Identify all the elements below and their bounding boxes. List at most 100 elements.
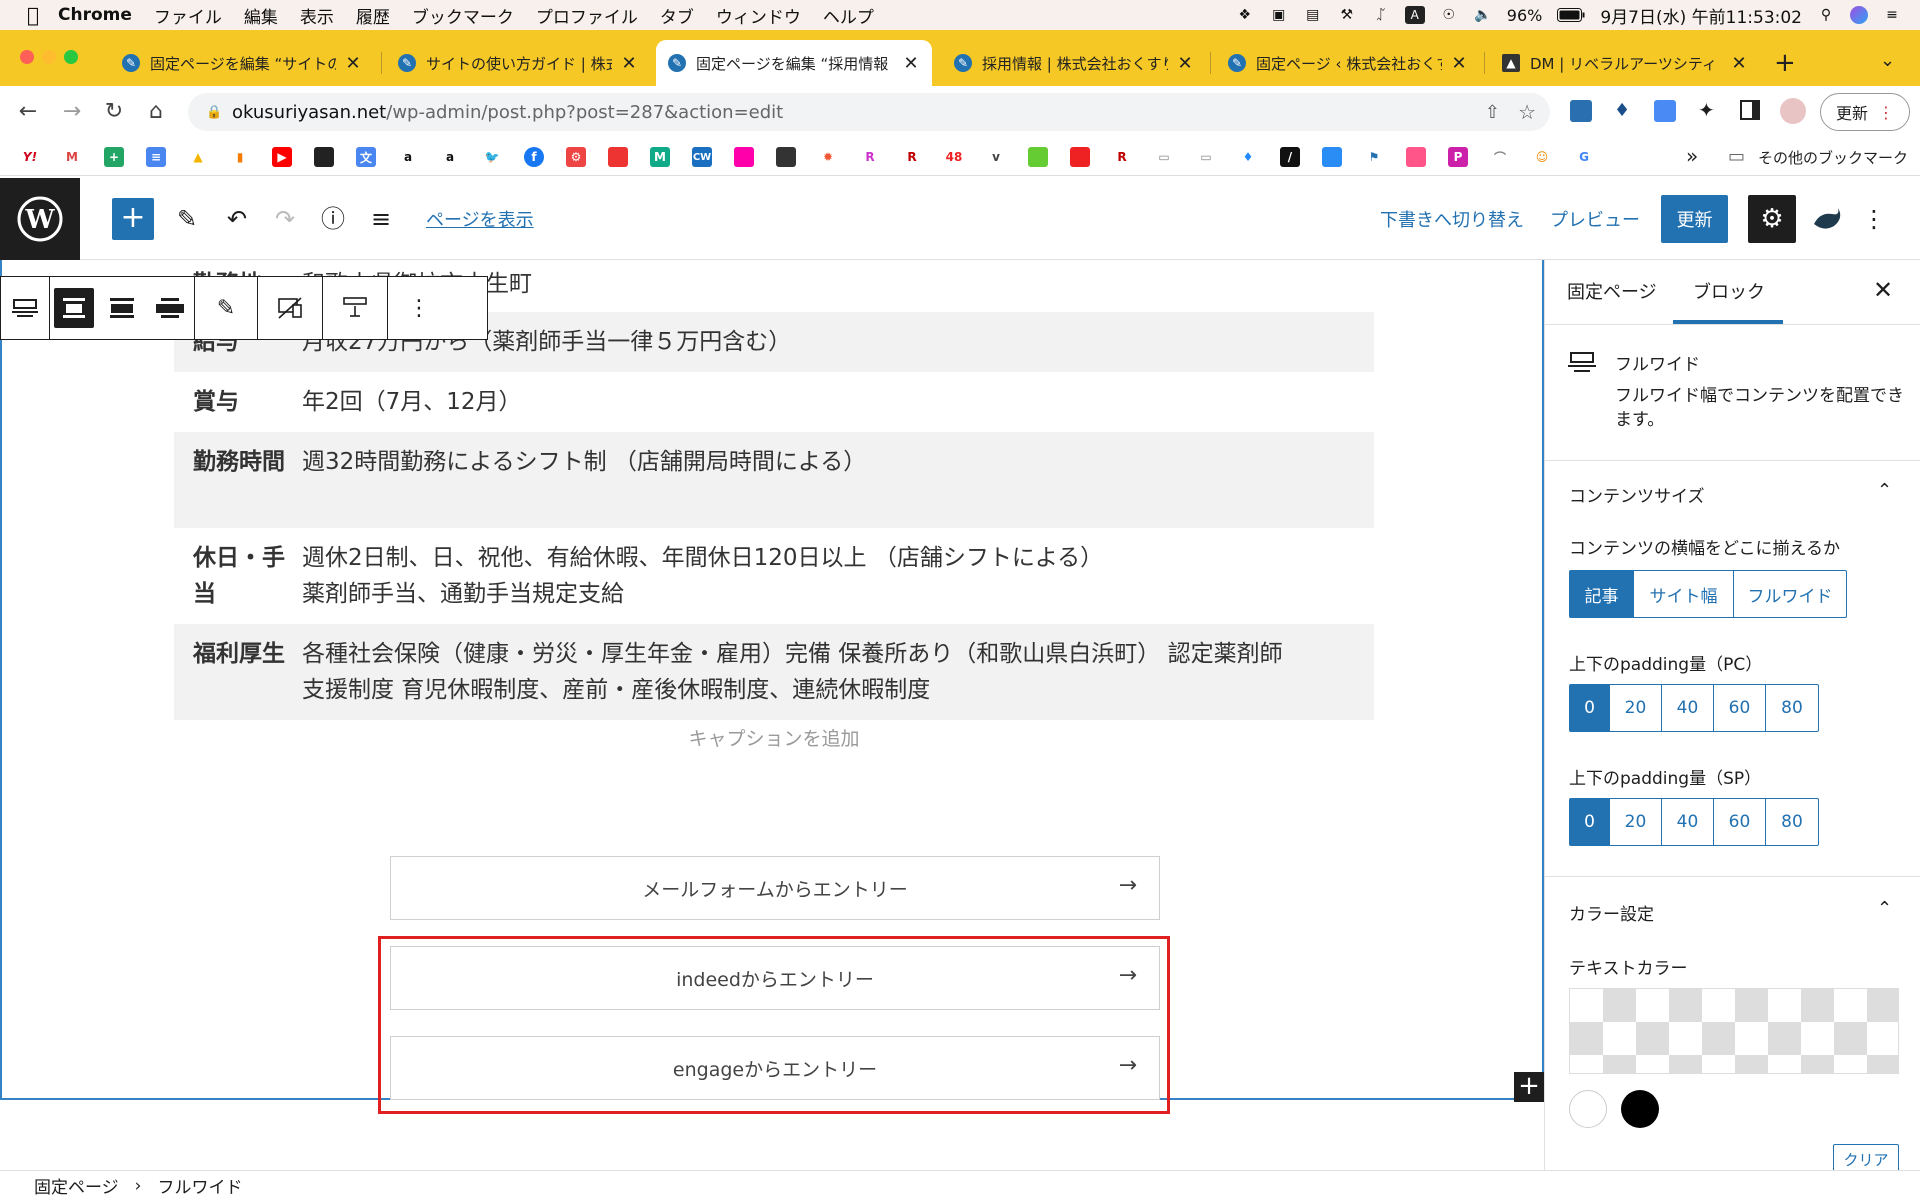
rakuten-bookmark-icon[interactable]: R (902, 147, 922, 167)
app-menu-chrome[interactable]: Chrome (58, 5, 132, 25)
update-button[interactable]: 更新 (1661, 195, 1728, 243)
lock-icon[interactable]: 🔒 (206, 105, 222, 120)
menu-view[interactable]: 表示 (300, 3, 334, 28)
menu-history[interactable]: 履歴 (356, 3, 390, 28)
panel-title-color[interactable]: カラー設定 (1569, 900, 1654, 925)
extensions-puzzle-icon[interactable]: ✦ (1698, 98, 1715, 122)
bookmark-icon-36[interactable]: ⌒ (1490, 147, 1510, 167)
yahoo-bookmark-icon[interactable]: Y! (20, 147, 40, 167)
facebook-bookmark-icon[interactable]: f (524, 147, 544, 167)
table-caption-placeholder[interactable]: キャプションを追加 (174, 724, 1374, 751)
tab-3-active[interactable]: ✎ 固定ページを編集 “採用情報 ✕ (656, 40, 932, 86)
tab-2[interactable]: ✎ サイトの使い方ガイド | 株式 ✕ (386, 40, 650, 86)
tab-block[interactable]: ブロック (1693, 278, 1765, 304)
clear-color-button[interactable]: クリア (1833, 1144, 1899, 1170)
share-icon[interactable]: ⇧ (1485, 102, 1500, 123)
bookmark-icon-15[interactable] (608, 147, 628, 167)
bookmark-icon-37[interactable]: ☺ (1532, 147, 1552, 167)
new-tab-button[interactable]: + (1774, 48, 1796, 78)
youtube-bookmark-icon[interactable]: ▶ (272, 147, 292, 167)
block-inserter-button[interactable]: + (112, 198, 154, 240)
padding-sp-option-20[interactable]: 20 (1610, 799, 1662, 845)
extension-icon-1[interactable] (1570, 100, 1592, 122)
menu-edit[interactable]: 編集 (244, 3, 278, 28)
reload-icon[interactable]: ↻ (100, 98, 128, 126)
align-full-icon[interactable] (146, 277, 194, 339)
bookmark-icon-32[interactable] (1322, 147, 1342, 167)
translate-bookmark-icon[interactable]: 文 (356, 147, 376, 167)
tab-close-icon[interactable]: ✕ (1176, 53, 1194, 74)
padding-pc-option-0[interactable]: 0 (1570, 685, 1610, 731)
fullwide-block-type-icon[interactable] (1, 277, 49, 339)
bookmark-star-icon[interactable]: ☆ (1518, 100, 1536, 124)
table-row[interactable]: 休日・手当 週休2日制、日、祝他、有給休暇、年間休日120日以上 （店舗シフトに… (174, 528, 1374, 624)
siri-icon[interactable] (1850, 6, 1868, 24)
close-sidebar-icon[interactable]: ✕ (1873, 276, 1893, 304)
translate-icon[interactable] (1654, 100, 1676, 122)
drive-bookmark-icon[interactable]: ▲ (188, 147, 208, 167)
device-visibility-icon[interactable] (258, 277, 322, 339)
apple-menu-icon[interactable]:  (22, 4, 44, 26)
padding-sp-option-80[interactable]: 80 (1766, 799, 1818, 845)
other-bookmarks-folder-icon[interactable]: ▭ (1728, 146, 1745, 167)
bookmark-icon-19[interactable] (776, 147, 796, 167)
control-center-icon[interactable]: ≡ (1882, 6, 1902, 24)
bookmark-icon-33[interactable]: ⚑ (1364, 147, 1384, 167)
bookmark-icon-8[interactable] (314, 147, 334, 167)
folder-icon[interactable]: ▭ (1154, 147, 1174, 167)
clipboard-icon[interactable]: ▤ (1303, 6, 1323, 24)
side-panel-icon[interactable] (1740, 100, 1760, 120)
home-icon[interactable]: ⌂ (142, 98, 170, 126)
tab-close-icon[interactable]: ✕ (1450, 53, 1468, 74)
swell-theme-icon[interactable] (1810, 204, 1844, 234)
table-row[interactable]: 勤務時間 週32時間勤務によるシフト制 （店舗開局時間による） (174, 432, 1374, 528)
chevron-up-icon[interactable]: ⌃ (1877, 898, 1892, 919)
bookmark-icon-21[interactable]: R (860, 147, 880, 167)
close-window-button[interactable] (20, 50, 34, 64)
bookmark-icon-31[interactable]: / (1280, 147, 1300, 167)
bookmark-icon-24[interactable]: v (986, 147, 1006, 167)
battery-icon[interactable] (1556, 6, 1586, 24)
gmail-bookmark-icon[interactable]: M (62, 147, 82, 167)
bookmark-icon-20[interactable]: ✹ (818, 147, 838, 167)
entry-button-mailform[interactable]: メールフォームからエントリー → (390, 856, 1160, 920)
forward-icon[interactable]: → (58, 98, 86, 126)
menu-profile[interactable]: プロファイル (536, 3, 638, 28)
tab-search-chevron-icon[interactable]: ⌄ (1880, 50, 1895, 71)
tab-4[interactable]: ✎ 採用情報 | 株式会社おくすり ✕ (942, 40, 1206, 86)
menu-file[interactable]: ファイル (154, 3, 222, 28)
chevron-up-icon[interactable]: ⌃ (1877, 480, 1892, 501)
bookmark-icon-18[interactable] (734, 147, 754, 167)
tab-5[interactable]: ✎ 固定ページ ‹ 株式会社おくす ✕ (1216, 40, 1480, 86)
fullwide-block[interactable]: 勤務地 和歌山県御坊市土生町 給与 月収27万円から（薬剤師手当一律５万円含む）… (0, 260, 1544, 1114)
tools-icon[interactable]: ⚒ (1337, 6, 1357, 24)
view-page-link[interactable]: ページを表示 (426, 206, 534, 232)
docs-bookmark-icon[interactable]: ≡ (146, 147, 166, 167)
tab-page[interactable]: 固定ページ (1567, 278, 1657, 304)
tab-close-icon[interactable]: ✕ (620, 53, 638, 74)
block-options-icon[interactable]: ⋮ (388, 277, 450, 339)
more-options-icon[interactable]: ⋮ (1862, 204, 1886, 234)
align-none-icon[interactable] (50, 277, 98, 339)
bookmark-icon-14[interactable]: ⚙ (566, 147, 586, 167)
bookmark-icon-30[interactable]: ♦ (1238, 147, 1258, 167)
sheets-bookmark-icon[interactable]: + (104, 147, 124, 167)
menu-bookmarks[interactable]: ブックマーク (412, 3, 514, 28)
redo-icon[interactable]: ↷ (268, 202, 302, 236)
amazon-bookmark-icon[interactable]: a (398, 147, 418, 167)
input-method-icon[interactable]: A (1404, 6, 1425, 24)
padding-sp-option-60[interactable]: 60 (1714, 799, 1766, 845)
wordpress-logo-icon[interactable]: W (0, 178, 80, 260)
details-info-icon[interactable]: ⓘ (316, 202, 350, 236)
pen-tool-icon[interactable]: ✎ (170, 202, 204, 236)
block-spacing-icon[interactable] (323, 277, 387, 339)
list-view-icon[interactable]: ≡ (364, 202, 398, 236)
edit-pencil-icon[interactable]: ✎ (195, 277, 257, 339)
align-option-article[interactable]: 記事 (1570, 571, 1634, 617)
google-bookmark-icon[interactable]: G (1574, 147, 1594, 167)
color-swatch-white[interactable] (1569, 1090, 1607, 1128)
bookmark-icon-26[interactable] (1070, 147, 1090, 167)
crowdworks-bookmark-icon[interactable]: CW (692, 147, 712, 167)
window-icon[interactable]: ▣ (1269, 6, 1289, 24)
add-block-icon[interactable]: + (1514, 1072, 1544, 1102)
